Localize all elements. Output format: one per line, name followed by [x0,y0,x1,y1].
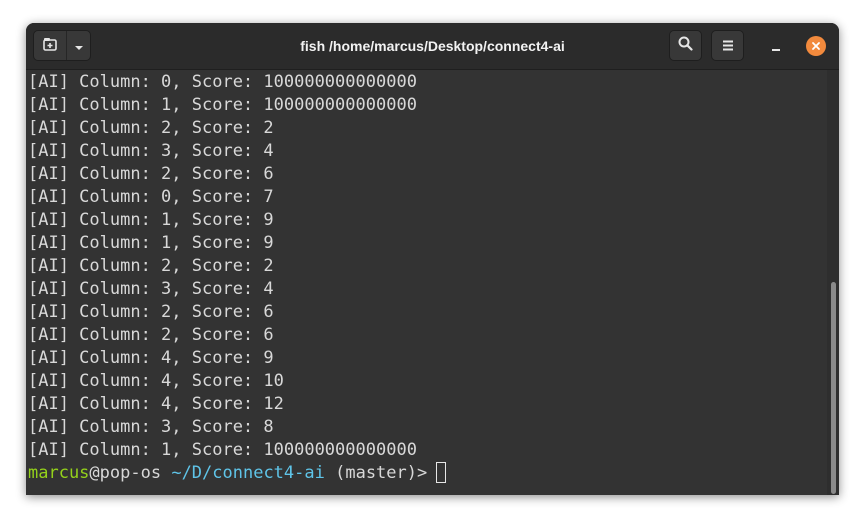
terminal-window: fish /home/marcus/Desktop/connect4-ai [A… [26,23,839,495]
output-line: [AI] Column: 4, Score: 9 [28,348,274,368]
output-line: [AI] Column: 2, Score: 6 [28,164,274,184]
output-line: [AI] Column: 3, Score: 4 [28,141,274,161]
minimize-button[interactable] [765,35,787,57]
output-line: [AI] Column: 4, Score: 12 [28,394,284,414]
terminal-area[interactable]: [AI] Column: 0, Score: 100000000000000 [A… [26,70,839,495]
scrollbar[interactable] [827,70,839,495]
close-icon [806,36,826,56]
shell-prompt[interactable]: marcus@pop-os ~/D/connect4-ai (master)> [28,462,447,485]
header-bar: fish /home/marcus/Desktop/connect4-ai [26,23,839,70]
prompt-path: ~/D/connect4-ai [171,463,325,483]
prompt-branch: (master)> [335,463,428,483]
minimize-icon [771,37,781,56]
new-tab-button[interactable] [34,31,68,60]
output-line: [AI] Column: 2, Score: 2 [28,118,274,138]
new-tab-icon [43,36,58,55]
chevron-down-icon [74,36,84,55]
prompt-user: marcus [28,463,90,483]
tab-menu-dropdown-button[interactable] [67,31,90,60]
output-line: [AI] Column: 3, Score: 8 [28,417,274,437]
prompt-host: @pop-os [89,463,162,483]
output-line: [AI] Column: 0, Score: 7 [28,187,274,207]
output-line: [AI] Column: 2, Score: 6 [28,302,274,322]
output-line: [AI] Column: 3, Score: 4 [28,279,274,299]
output-line: [AI] Column: 2, Score: 6 [28,325,274,345]
output-line: [AI] Column: 2, Score: 2 [28,256,274,276]
output-line: [AI] Column: 1, Score: 9 [28,233,274,253]
output-line: [AI] Column: 1, Score: 9 [28,210,274,230]
scrollbar-thumb[interactable] [831,282,836,494]
output-line: [AI] Column: 0, Score: 100000000000000 [28,72,417,92]
search-icon [678,36,693,55]
output-line: [AI] Column: 4, Score: 10 [28,371,284,391]
text-cursor [436,462,447,483]
new-tab-split-button [33,30,91,61]
search-button[interactable] [669,30,702,61]
output-line: [AI] Column: 1, Score: 100000000000000 [28,95,417,115]
close-button[interactable] [805,35,827,57]
output-line: [AI] Column: 1, Score: 100000000000000 [28,440,417,460]
main-menu-button[interactable] [711,30,744,61]
terminal-output: [AI] Column: 0, Score: 100000000000000 [A… [28,71,447,485]
hamburger-menu-icon [722,36,734,55]
